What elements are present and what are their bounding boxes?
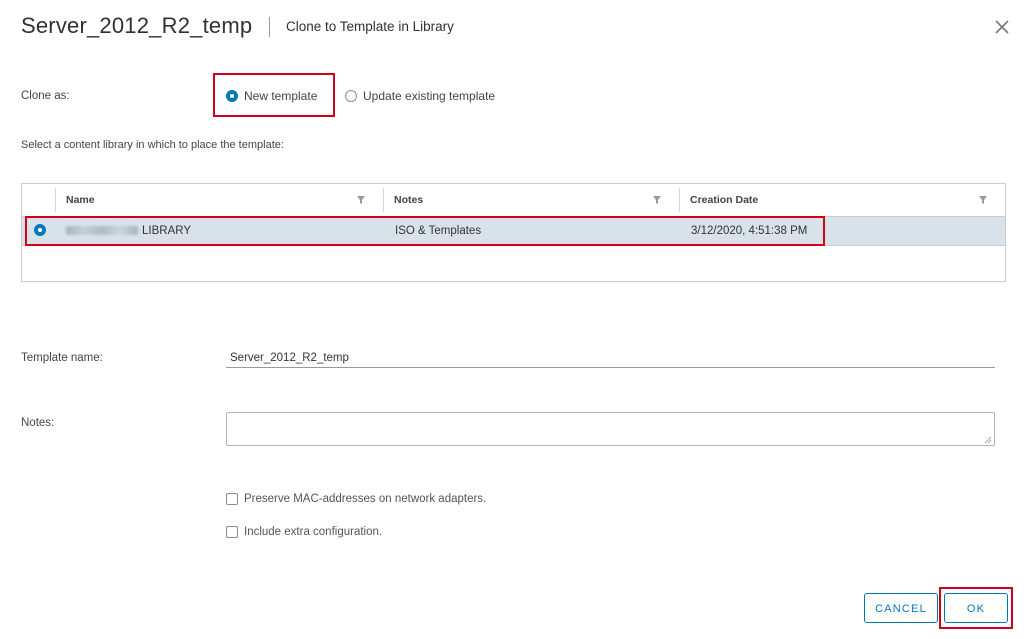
update-existing-template-radio[interactable]: Update existing template: [345, 89, 495, 103]
ok-button[interactable]: OK: [944, 593, 1008, 623]
checkbox-unchecked-icon: [226, 526, 238, 538]
filter-icon[interactable]: [652, 195, 662, 205]
close-icon[interactable]: [992, 17, 1012, 37]
column-header-notes[interactable]: Notes: [383, 184, 679, 216]
notes-textarea[interactable]: [226, 412, 995, 446]
row-creation-date-cell: 3/12/2020, 4:51:38 PM: [691, 225, 808, 237]
redacted-name-blur: [66, 226, 138, 236]
row-radio-selected-icon[interactable]: [34, 224, 46, 236]
cancel-button[interactable]: CANCEL: [864, 593, 938, 623]
filter-icon[interactable]: [356, 195, 366, 205]
update-existing-template-label: Update existing template: [363, 89, 496, 103]
library-grid: Name Notes Creation Date LIBRARY ISO & T…: [21, 183, 1006, 282]
title-divider: [269, 17, 270, 37]
filter-icon[interactable]: [978, 195, 988, 205]
radio-selected-icon: [226, 90, 238, 102]
radio-unselected-icon: [345, 90, 357, 102]
dialog-title: Server_2012_R2_temp: [21, 13, 253, 38]
row-name-text: LIBRARY: [142, 225, 192, 237]
table-row[interactable]: LIBRARY ISO & Templates 3/12/2020, 4:51:…: [22, 217, 1005, 246]
row-name-cell: LIBRARY: [66, 217, 191, 245]
dialog-subtitle: Clone to Template in Library: [286, 19, 454, 34]
grid-header: Name Notes Creation Date: [22, 184, 1005, 217]
clone-as-label: Clone as:: [21, 90, 70, 102]
new-template-radio[interactable]: New template: [226, 89, 317, 103]
template-name-label: Template name:: [21, 352, 103, 364]
new-template-label: New template: [244, 89, 318, 103]
preserve-mac-checkbox[interactable]: Preserve MAC-addresses on network adapte…: [226, 493, 486, 505]
column-header-creation-date[interactable]: Creation Date: [679, 184, 979, 216]
preserve-mac-label: Preserve MAC-addresses on network adapte…: [244, 493, 487, 505]
include-extra-config-checkbox[interactable]: Include extra configuration.: [226, 526, 382, 538]
include-extra-config-label: Include extra configuration.: [244, 526, 383, 538]
row-notes-cell: ISO & Templates: [395, 225, 482, 237]
template-name-input[interactable]: [226, 348, 995, 368]
column-header-name[interactable]: Name: [55, 184, 383, 216]
notes-label: Notes:: [21, 417, 55, 429]
library-instruction: Select a content library in which to pla…: [21, 139, 284, 151]
checkbox-unchecked-icon: [226, 493, 238, 505]
